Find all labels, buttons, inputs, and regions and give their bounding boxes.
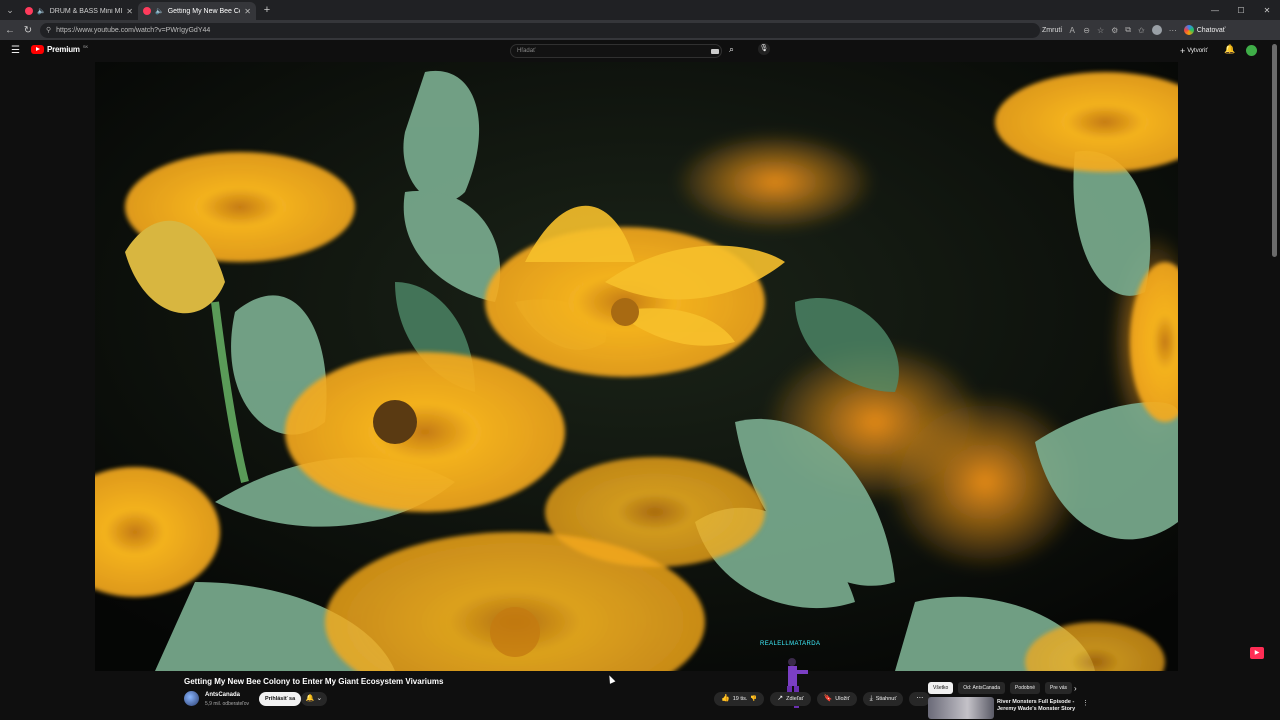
share-button[interactable]: ↗ Zdieľať (770, 692, 811, 706)
overlay-logo-icon: ▶ (1250, 647, 1264, 659)
video-title: Getting My New Bee Colony to Enter My Gi… (184, 677, 444, 686)
download-label: Stiahnuť (875, 696, 897, 702)
subscriber-count: 5,9 mil. odberateľov (205, 701, 249, 707)
video-player[interactable] (95, 62, 1178, 671)
minimize-icon[interactable]: — (1202, 6, 1228, 15)
chip-from-channel[interactable]: Od: AntsCanada (958, 682, 1005, 694)
mouse-cursor-icon (606, 674, 616, 684)
chip-for-you[interactable]: Pre vás (1045, 682, 1072, 694)
site-info-icon[interactable]: ⚲ (46, 26, 51, 34)
video-frame-flowers (95, 62, 1178, 671)
close-tab-icon[interactable]: ✕ (244, 7, 251, 16)
copilot-label: Chatovať (1196, 26, 1226, 34)
logo-country: SK (82, 44, 89, 49)
close-tab-icon[interactable]: ✕ (126, 7, 133, 16)
more-icon: ⋯ (916, 695, 924, 702)
audio-icon[interactable]: 🔈 (37, 7, 46, 15)
chip-all[interactable]: Všetko (928, 682, 954, 694)
download-button[interactable]: ⤓ Stiahnuť (862, 692, 904, 706)
url-field[interactable]: ⚲ https://www.youtube.com/watch?v=PWrIgy… (40, 22, 1040, 38)
recommended-thumbnail[interactable] (928, 697, 994, 719)
reload-icon[interactable]: ↻ (22, 25, 34, 36)
share-icon: ↗ (777, 695, 784, 702)
extension-icons: Ａ ⊖ ☆ ⚙ ⧉ ✩ ⋯ Chatovať (1068, 25, 1225, 36)
channel-name[interactable]: AntsCanada (205, 692, 240, 698)
tab-title: Getting My New Bee Colony (167, 7, 241, 15)
zoom-label[interactable]: Zmrutí (1042, 27, 1062, 34)
favorite-star-icon[interactable]: ☆ (1097, 26, 1104, 35)
youtube-play-icon (31, 45, 44, 54)
recommendation-chips: Všetko Od: AntsCanada Podobné Pre vás (928, 682, 1072, 694)
tab-title: DRUM & BASS Mini MIX 2024 (49, 7, 123, 15)
copilot-button[interactable]: Chatovať (1183, 25, 1226, 35)
thumbs-down-icon[interactable]: 👎 (750, 692, 757, 706)
save-button[interactable]: 🔖 Uložiť (816, 692, 857, 706)
menu-icon[interactable]: ☰ (11, 45, 20, 56)
audio-icon[interactable]: 🔈 (155, 7, 164, 15)
new-tab-button[interactable]: + (259, 4, 275, 16)
browser-tab-1[interactable]: 🔈 DRUM & BASS Mini MIX 2024 ✕ (20, 2, 138, 20)
copilot-icon (1183, 25, 1194, 35)
youtube-masthead: ☰ Premium SK Hľadať ⌕ 🎙 + Vytvoriť 🔔 (0, 40, 1280, 62)
maximize-icon[interactable]: ☐ (1228, 6, 1254, 15)
streamer-overlay-tag: REALELLMATARDA (760, 641, 821, 647)
youtube-logo[interactable]: Premium SK (31, 44, 89, 54)
download-icon: ⤓ (869, 695, 873, 702)
notifications-icon[interactable]: 🔔 (1224, 44, 1235, 55)
create-label: Vytvoriť (1187, 48, 1208, 54)
save-label: Uložiť (835, 696, 850, 702)
profile-avatar[interactable] (1151, 25, 1162, 35)
browser-tab-bar: ⌄ 🔈 DRUM & BASS Mini MIX 2024 ✕ 🔈 Gettin… (0, 0, 1280, 20)
video-actions: 👍 19 tis. 👎 ↗ Zdieľať 🔖 Uložiť ⤓ Stiahnu… (714, 692, 931, 706)
url-text: https://www.youtube.com/watch?v=PWrIgyGd… (56, 26, 211, 34)
chip-related[interactable]: Podobné (1010, 682, 1041, 694)
more-icon[interactable]: ⋯ (1169, 26, 1177, 35)
search-input[interactable]: Hľadať (510, 44, 722, 58)
browser-tab-2[interactable]: 🔈 Getting My New Bee Colony ✕ (138, 2, 256, 20)
like-button[interactable]: 👍 19 tis. 👎 (714, 692, 765, 706)
subscribe-button[interactable]: Prihlásiť sa (259, 692, 302, 706)
close-window-icon[interactable]: ✕ (1254, 6, 1280, 15)
create-button[interactable]: + Vytvoriť (1180, 46, 1208, 56)
read-aloud-icon[interactable]: Ａ (1068, 25, 1076, 36)
zoom-icon[interactable]: ⊖ (1083, 26, 1090, 35)
keyboard-icon[interactable] (711, 49, 719, 54)
back-icon[interactable]: ← (4, 25, 16, 36)
chevron-right-icon[interactable]: › (1074, 684, 1077, 693)
page-scrollbar[interactable] (1272, 44, 1277, 257)
recommended-video[interactable]: River Monsters Full Episode - Jeremy Wad… (928, 697, 1089, 719)
search-icon[interactable]: ⌕ (729, 44, 734, 55)
channel-avatar[interactable] (184, 691, 199, 706)
split-screen-icon[interactable]: ⧉ (1125, 25, 1131, 35)
youtube-favicon-icon (25, 7, 33, 15)
plus-icon: + (1180, 46, 1186, 56)
recommended-title[interactable]: River Monsters Full Episode - Jeremy Wad… (997, 699, 1077, 713)
notification-bell-button[interactable]: 🔔 ⌄ (301, 692, 327, 706)
microphone-icon[interactable]: 🎙 (758, 43, 770, 55)
tab-list-chevron-icon[interactable]: ⌄ (0, 0, 20, 20)
like-count: 19 tis. (732, 696, 748, 702)
youtube-favicon-icon (143, 7, 151, 15)
thumbs-up-icon: 👍 (721, 695, 730, 702)
more-vert-icon[interactable]: ⋮ (1082, 699, 1089, 707)
address-bar: ← ↻ ⚲ https://www.youtube.com/watch?v=PW… (0, 20, 1280, 40)
share-label: Zdieľať (786, 696, 804, 702)
favorites-icon[interactable]: ✩ (1138, 26, 1145, 35)
window-controls: — ☐ ✕ (1202, 0, 1280, 20)
account-avatar[interactable] (1246, 45, 1257, 56)
extensions-icon[interactable]: ⚙ (1111, 26, 1118, 35)
logo-text: Premium (47, 45, 80, 54)
bookmark-icon: 🔖 (823, 695, 833, 702)
